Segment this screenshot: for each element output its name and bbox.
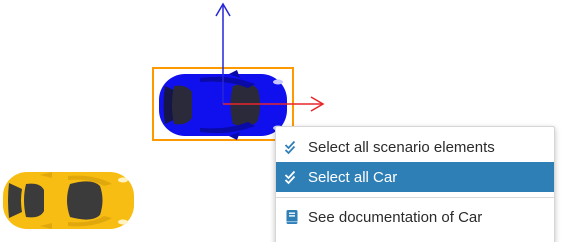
yellow-car-rear-glass — [24, 183, 44, 218]
yellow-car-windshield — [67, 181, 103, 220]
yellow-car[interactable] — [3, 172, 134, 229]
yellow-car-headlight-bottom — [118, 219, 128, 225]
double-check-icon — [284, 169, 300, 185]
menu-item-label: See documentation of Car — [308, 208, 483, 226]
blue-car-headlight-top — [273, 79, 283, 85]
scenario-canvas[interactable]: Select all scenario elements Select all … — [0, 0, 571, 242]
menu-item-select-all-scenario-elements[interactable]: Select all scenario elements — [276, 132, 554, 162]
menu-item-label: Select all Car — [308, 168, 398, 186]
book-icon — [284, 209, 300, 225]
double-check-icon — [284, 139, 300, 155]
menu-item-label: Select all scenario elements — [308, 138, 495, 156]
context-menu: Select all scenario elements Select all … — [275, 126, 555, 242]
blue-car-rear-glass — [172, 85, 192, 125]
menu-item-select-all-car[interactable]: Select all Car — [276, 162, 554, 192]
yellow-car-headlight-top — [118, 177, 128, 183]
yellow-car-rear-window — [8, 183, 22, 218]
menu-separator — [276, 197, 554, 198]
menu-item-see-documentation-of-car[interactable]: See documentation of Car — [276, 202, 554, 232]
blue-car-windshield — [230, 83, 260, 127]
